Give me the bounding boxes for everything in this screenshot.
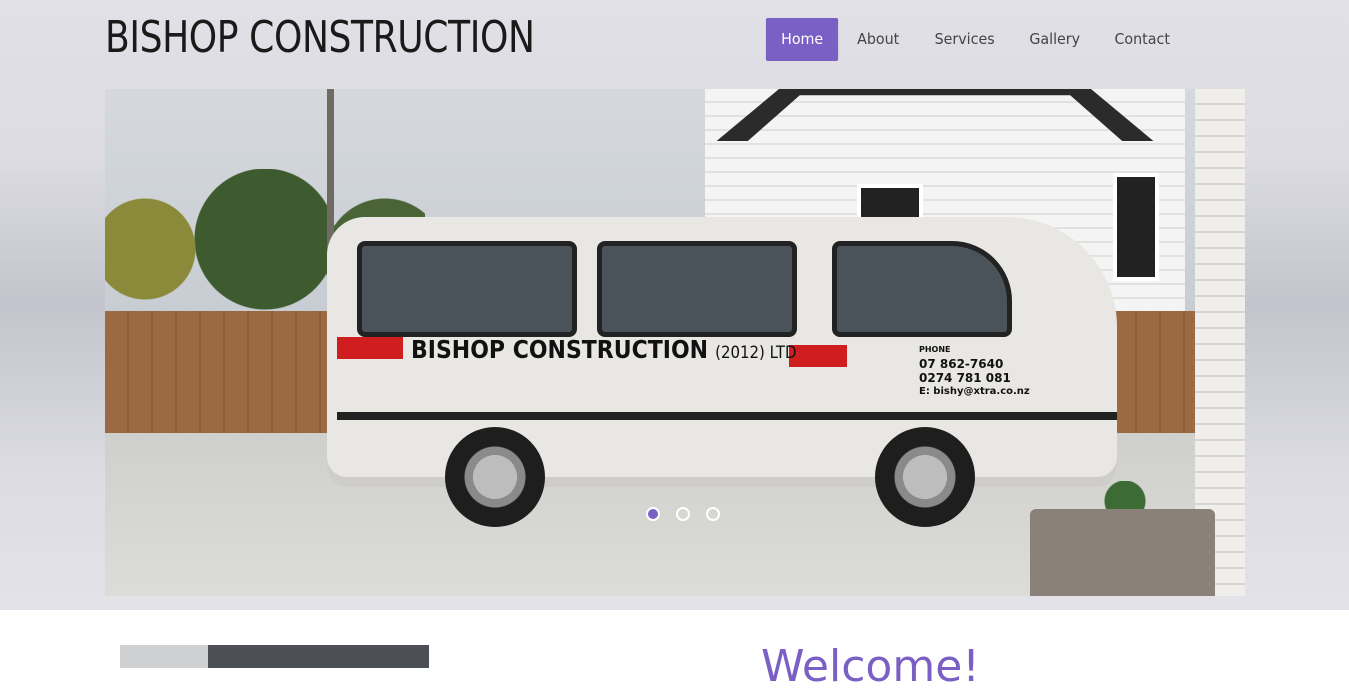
van-stripe <box>337 337 403 359</box>
nav-gallery[interactable]: Gallery <box>1014 18 1095 61</box>
van-contact: PHONE 07 862-7640 0274 781 081 E: bishy@… <box>919 343 1030 399</box>
slider-dot-2[interactable] <box>676 507 690 521</box>
welcome-title: Welcome! <box>761 641 980 692</box>
slide-window <box>1113 173 1159 281</box>
slider-dot-3[interactable] <box>706 507 720 521</box>
hero-slider[interactable]: BISHOP CONSTRUCTION (2012) LTD PHONE 07 8… <box>105 89 1245 596</box>
van-email: E: bishy@xtra.co.nz <box>919 386 1030 397</box>
slider-dot-1[interactable] <box>646 507 660 521</box>
site-logo[interactable]: BISHOP CONSTRUCTION <box>105 12 535 63</box>
van-window <box>832 241 1012 337</box>
van-suffix: (2012) LTD <box>715 343 797 363</box>
nav-services[interactable]: Services <box>919 18 1010 61</box>
van-window <box>597 241 797 337</box>
van-name: BISHOP CONSTRUCTION <box>411 335 709 364</box>
welcome-image <box>120 645 429 668</box>
van-phone-1: 07 862-7640 <box>919 357 1004 371</box>
van-wheel <box>875 427 975 527</box>
slide-van: BISHOP CONSTRUCTION (2012) LTD PHONE 07 8… <box>327 217 1117 527</box>
van-lettering: BISHOP CONSTRUCTION (2012) LTD <box>411 335 797 364</box>
nav-home[interactable]: Home <box>765 18 839 61</box>
main-nav: Home About Services Gallery Contact <box>764 18 1188 61</box>
van-phone-2: 0274 781 081 <box>919 371 1011 385</box>
nav-contact[interactable]: Contact <box>1100 18 1186 61</box>
van-stripe <box>337 412 1117 420</box>
van-stripe <box>789 345 847 367</box>
van-window <box>357 241 577 337</box>
van-wheel <box>445 427 545 527</box>
van-phone-label: PHONE <box>919 345 951 354</box>
nav-about[interactable]: About <box>842 18 915 61</box>
slide-barrel-planter <box>1030 509 1215 596</box>
slider-pagination <box>646 507 720 521</box>
